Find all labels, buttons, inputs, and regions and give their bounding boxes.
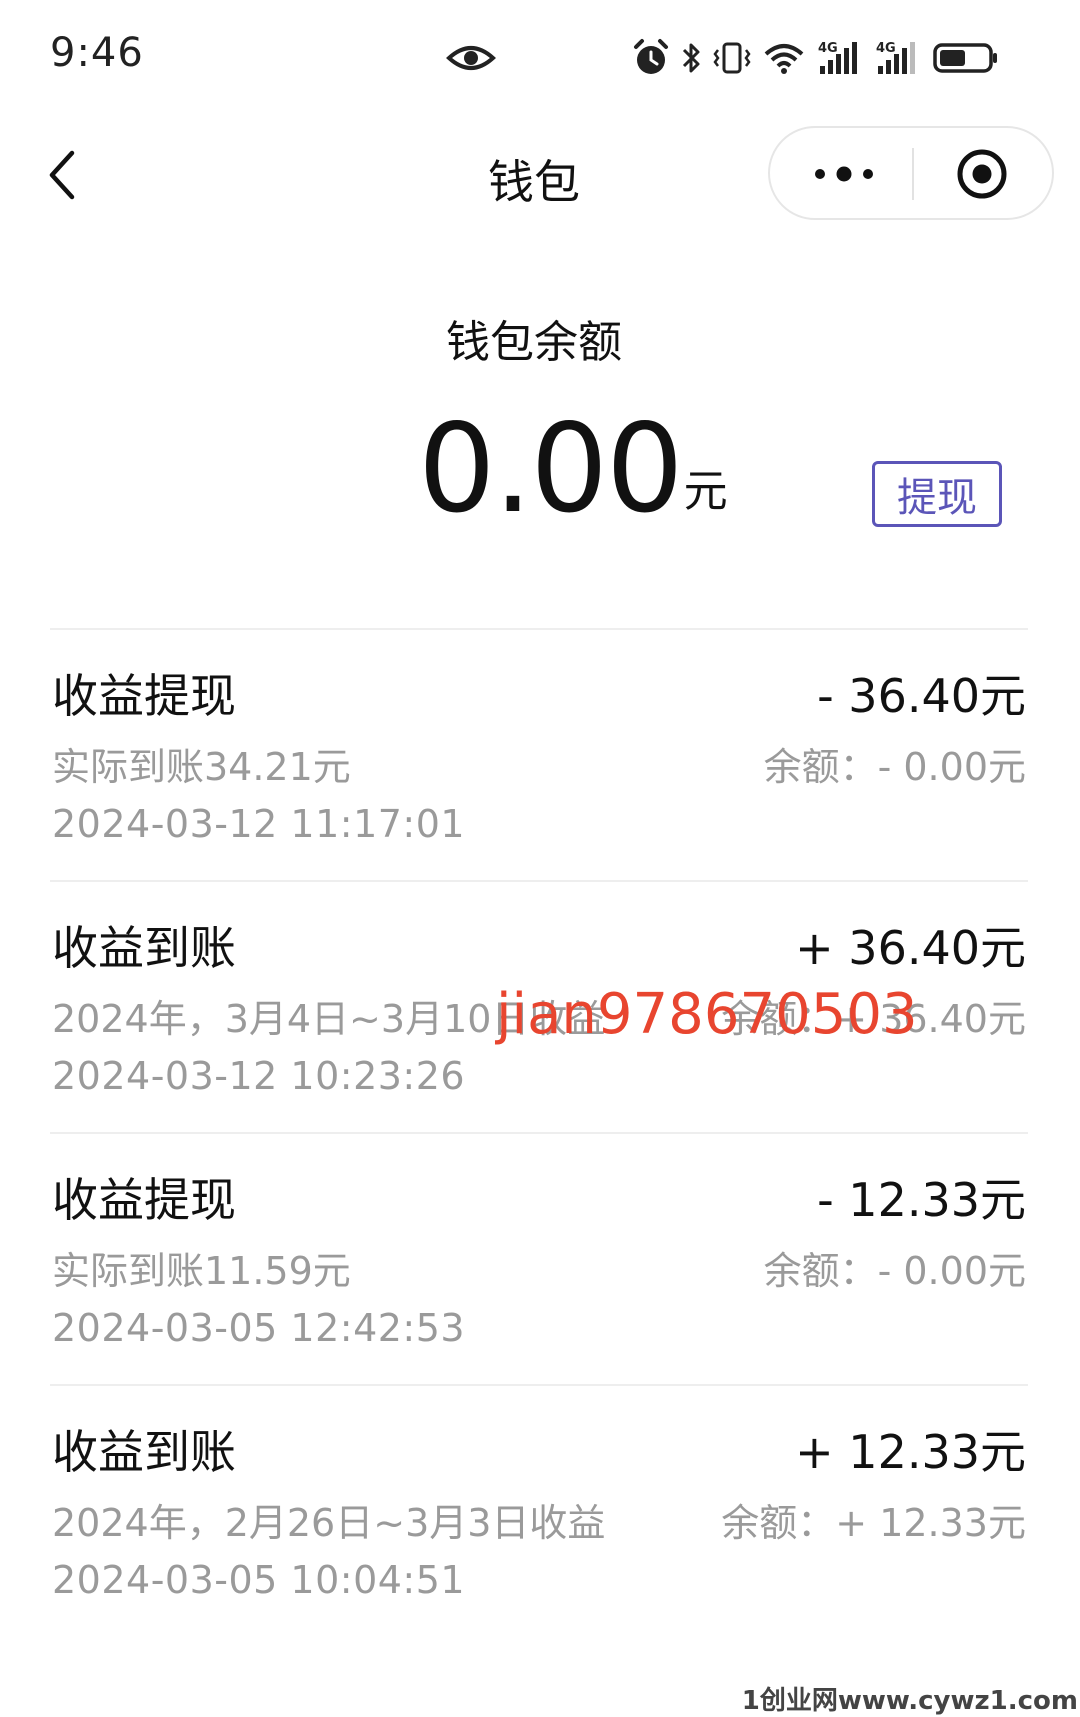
list-item: 收益提现 - 36.40元 实际到账34.21元 余额：- 0.00元 2024…	[50, 628, 1028, 880]
balance-amount: 0.00	[418, 398, 684, 540]
record-description: 实际到账11.59元	[52, 1249, 351, 1293]
status-time: 9:46	[50, 30, 144, 76]
record-time: 2024-03-05 12:42:53	[52, 1306, 466, 1350]
record-title: 收益到账	[52, 1425, 236, 1479]
status-bar: 9:46 4G 4G	[0, 0, 1080, 110]
target-icon	[957, 149, 1007, 199]
battery-icon	[932, 38, 1000, 78]
more-dots-icon	[815, 166, 873, 182]
alarm-icon	[632, 38, 670, 78]
record-title: 收益提现	[52, 669, 236, 723]
record-description: 2024年，2月26日~3月3日收益	[52, 1501, 606, 1545]
record-balance: 余额：- 0.00元	[763, 1249, 1026, 1293]
balance-label: 钱包余额	[446, 317, 622, 368]
svg-text:4G: 4G	[876, 41, 896, 56]
record-description: 实际到账34.21元	[52, 745, 351, 789]
list-item: 收益提现 - 12.33元 实际到账11.59元 余额：- 0.00元 2024…	[50, 1132, 1028, 1384]
signal-4g-icon: 4G	[816, 38, 864, 78]
withdraw-button[interactable]: 提现	[872, 461, 1002, 527]
record-time: 2024-03-05 10:04:51	[52, 1558, 466, 1602]
record-balance: 余额：- 0.00元	[763, 745, 1026, 789]
record-amount: + 36.40元	[795, 921, 1026, 975]
balance-display: 0.00 元	[418, 400, 728, 530]
nav-bar: 钱包	[0, 110, 1080, 240]
transaction-list: 收益提现 - 36.40元 实际到账34.21元 余额：- 0.00元 2024…	[50, 628, 1028, 1636]
eye-icon	[446, 38, 496, 78]
watermark-overlay: jian978670503	[496, 982, 918, 1047]
svg-text:4G: 4G	[818, 41, 838, 56]
more-button[interactable]	[804, 150, 884, 198]
record-amount: + 12.33元	[795, 1425, 1026, 1479]
record-amount: - 36.40元	[817, 669, 1026, 723]
watermark-site: 1创业网www.cywz1.com	[741, 1686, 1078, 1716]
bluetooth-icon	[680, 38, 702, 78]
wifi-icon	[762, 38, 806, 78]
list-item: 收益到账 + 12.33元 2024年，2月26日~3月3日收益 余额：+ 12…	[50, 1384, 1028, 1636]
record-amount: - 12.33元	[817, 1173, 1026, 1227]
record-time: 2024-03-12 11:17:01	[52, 802, 466, 846]
capsule-divider	[912, 148, 914, 200]
record-balance: 余额：+ 12.33元	[721, 1501, 1026, 1545]
close-miniprogram-button[interactable]	[952, 146, 1012, 202]
record-title: 收益到账	[52, 921, 236, 975]
record-title: 收益提现	[52, 1173, 236, 1227]
status-icons: 4G 4G	[632, 34, 1000, 82]
vibrate-icon	[712, 38, 752, 78]
record-time: 2024-03-12 10:23:26	[52, 1054, 466, 1098]
signal-4g-icon: 4G	[874, 38, 922, 78]
balance-unit: 元	[683, 466, 728, 517]
mini-program-capsule	[768, 126, 1054, 220]
